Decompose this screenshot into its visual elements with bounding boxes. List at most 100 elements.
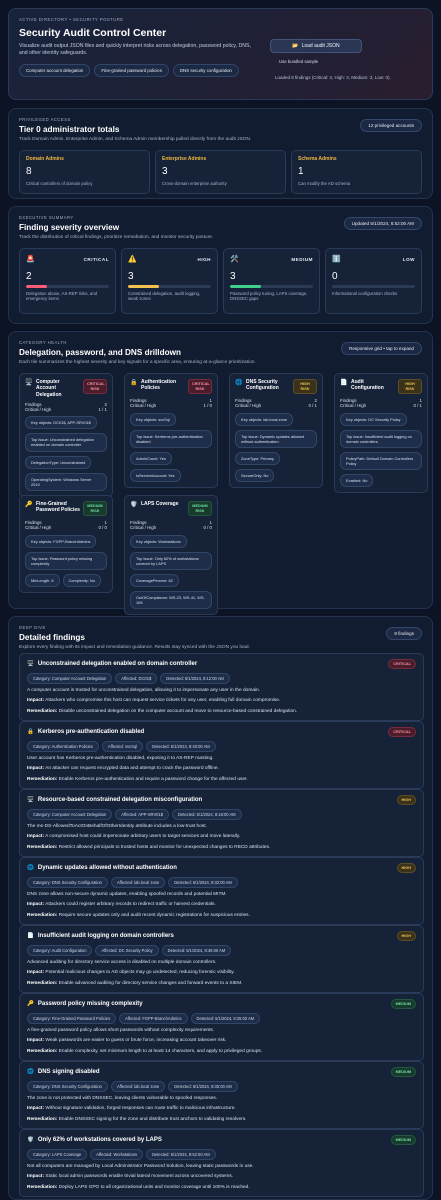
risk-badge: MEDIUM RISK <box>83 501 107 517</box>
category-card[interactable]: 🌐 DNS Security Configuration HIGH RISK Find… <box>229 373 323 489</box>
category-tag: OperatingSystem: Windows Server 2019 <box>25 472 107 491</box>
finding-remediation: Remediation: Deploy LAPS GPO to all orga… <box>27 1185 416 1191</box>
finding-card[interactable]: 🔑 Password policy missing complexity MEDIU… <box>19 993 424 1062</box>
finding-card[interactable]: 🌐 Dynamic updates allowed without authent… <box>19 857 424 926</box>
category-name: LAPS Coverage <box>141 501 179 507</box>
globe-icon: 🌐 <box>27 1069 34 1075</box>
severity-badge: MEDIUM <box>390 1067 416 1077</box>
category-card[interactable]: 🔑 Fine-Grained Password Policies MEDIUM RI… <box>19 495 113 593</box>
category-name: Fine-Grained Password Policies <box>36 501 80 514</box>
finding-header: 📄 Insufficient audit logging on domain co… <box>27 931 416 941</box>
finding-meta: Category: LAPS Coverage Affected: Worksta… <box>27 1149 416 1160</box>
finding-impact: Impact: Without signature validation, fo… <box>27 1106 416 1112</box>
category-tag: Key objects: Workstations <box>130 534 187 548</box>
finding-description: The zone is not protected with DNSSEC, l… <box>27 1096 218 1101</box>
severity-desc: Password policy tuning, LAPS coverage, D… <box>230 290 308 302</box>
impact-text: Static local admin passwords enable triv… <box>45 1174 234 1180</box>
hero-description: Visualize audit output JSON files and qu… <box>19 43 251 57</box>
tag-row: MinLength: 8 Complexity: No <box>25 570 107 587</box>
findings-eyebrow: DEEP DIVE <box>19 625 46 630</box>
tag-row: SecureOnly: No <box>235 465 317 483</box>
finding-card[interactable]: 🖥️ Resource-based constrained delegation … <box>19 789 424 858</box>
finding-card[interactable]: 🛡️ Only 62% of workstations covered by LA… <box>19 1129 424 1198</box>
category-card[interactable]: 🔒 Authentication Policies CRITICAL RISK Fin… <box>124 373 218 489</box>
category-card[interactable]: 🛡️ LAPS Coverage MEDIUM RISK Findings 1 Criti… <box>124 495 218 616</box>
finding-category: Category: Authentication Policies <box>27 741 99 752</box>
finding-impact: Impact: Attackers could register arbitra… <box>27 902 416 908</box>
key-icon: 🔑 <box>27 1001 34 1007</box>
category-card-header: 📄 Audit Configuration HIGH RISK <box>340 379 422 395</box>
category-name: DNS Security Configuration <box>246 379 279 392</box>
finding-category: Category: Computer Account Delegation <box>27 809 113 820</box>
remediation-label: Remediation: <box>27 1184 58 1190</box>
finding-affected: Affected: svcSql <box>101 741 144 752</box>
load-audit-json-button[interactable]: 📂 Load audit JSON <box>270 39 362 53</box>
finding-impact: Impact: A compromised host could imperso… <box>27 834 416 840</box>
finding-title: Kerberos pre-authentication disabled <box>37 729 145 735</box>
risk-badge: CRITICAL RISK <box>83 379 107 395</box>
tools-icon: 🛠️ <box>230 256 239 263</box>
impact-text: Weak passwords are easier to guess or br… <box>45 1038 227 1044</box>
info-icon: ℹ️ <box>332 256 341 263</box>
finding-meta: Category: Audit Configuration Affected: D… <box>27 945 416 956</box>
document-icon: 📄 <box>340 380 348 386</box>
finding-card[interactable]: 🖥️ Unconstrained delegation enabled on do… <box>19 653 424 722</box>
category-tag: IsServiceAccount: Yes <box>130 468 181 483</box>
category-card[interactable]: 📄 Audit Configuration HIGH RISK Findings 1 Cr… <box>334 373 428 494</box>
critical-high-value: 0 / 0 <box>203 525 212 531</box>
remediation-label: Remediation: <box>27 980 58 986</box>
category-name: Computer Account Delegation <box>36 379 62 398</box>
severity-label: LOW <box>402 257 415 262</box>
finding-detected: Detected: 5/1/2024, 8:18:00 AM <box>172 809 242 820</box>
category-card-header: 🔒 Authentication Policies CRITICAL RISK <box>130 379 212 395</box>
finding-description: Advanced auditing for directory service … <box>27 960 217 965</box>
category-tag: Top Issue: Insufficient audit logging on… <box>340 429 422 448</box>
finding-card[interactable]: 🔒 Kerberos pre-authentication disabled CRI… <box>19 721 424 790</box>
finding-category: Category: Computer Account Delegation <box>27 673 113 684</box>
severity-desc: Delegation abuse, AS-REP risks, and emer… <box>26 290 98 302</box>
finding-description: A computer account is trusted for uncons… <box>27 688 261 693</box>
chip-dns: DNS security configuration <box>172 63 239 77</box>
impact-label: Impact: <box>27 970 45 976</box>
finding-meta: Category: DNS Security Configuration Affe… <box>27 877 416 888</box>
remediation-text: Enable DNSSEC signing for the zone and d… <box>58 1116 247 1122</box>
document-icon: 📄 <box>27 933 34 939</box>
severity-bar <box>26 285 109 288</box>
privileged-accounts-badge: 12 privileged accounts <box>360 119 422 132</box>
finding-affected: Affected: APP-SRV01$ <box>115 809 170 820</box>
tier0-cards: Domain Admins 8 Critical controllers of … <box>19 150 422 194</box>
finding-title: Password policy missing complexity <box>37 1001 143 1007</box>
category-tag: Key objects: FGPP-BranchAdmins <box>25 534 97 548</box>
load-status: Loaded 8 findings (Critical: 2, High: 3,… <box>275 75 391 80</box>
tier-card-count: 8 <box>26 166 32 177</box>
remediation-text: Restrict allowed principals to trusted h… <box>58 844 271 850</box>
category-name: Authentication Policies <box>141 379 176 392</box>
impact-text: Without signature validation, forged res… <box>45 1106 236 1112</box>
severity-badge: HIGH <box>396 795 416 805</box>
category-tag: Top Issue: Only 62% of workstations cove… <box>130 551 212 570</box>
remediation-text: Disable unconstrained delegation on the … <box>58 708 298 714</box>
category-tag: MinLength: 8 <box>25 573 60 587</box>
remediation-label: Remediation: <box>27 1116 58 1122</box>
category-tag: PolicyPath: Default Domain Controllers P… <box>340 451 422 471</box>
finding-impact: Impact: Attackers who compromise this ho… <box>27 698 416 704</box>
tier-card-desc: Can modify the AD schema <box>298 181 351 186</box>
finding-remediation: Remediation: Disable unconstrained deleg… <box>27 709 416 715</box>
severity-cards: 🚨 CRITICAL 2 Delegation abuse, AS-REP ri… <box>19 248 422 314</box>
risk-badge: HIGH RISK <box>398 379 422 395</box>
finding-title: DNS signing disabled <box>37 1069 100 1075</box>
remediation-label: Remediation: <box>27 1048 58 1054</box>
category-card[interactable]: 🖥️ Computer Account Delegation CRITICAL RI… <box>19 373 113 497</box>
impact-label: Impact: <box>27 1106 45 1112</box>
category-tag: SecureOnly: No <box>235 468 275 483</box>
finding-affected: Affected: DC01$ <box>115 673 158 684</box>
remediation-label: Remediation: <box>27 844 58 850</box>
finding-card[interactable]: 📄 Insufficient audit logging on domain co… <box>19 925 424 994</box>
critical-high-value: 1 / 0 <box>203 403 212 409</box>
use-bundled-sample-link[interactable]: Use bundled sample <box>279 59 318 64</box>
impact-text: Potential malicious changes to AD object… <box>45 970 235 976</box>
finding-affected: Affected: FGPP-BranchAdmins <box>119 1013 188 1024</box>
finding-card[interactable]: 🌐 DNS signing disabled MEDIUM Category: DNS… <box>19 1061 424 1130</box>
finding-category: Category: DNS Security Configuration <box>27 1081 108 1092</box>
remediation-text: Deploy LAPS GPO to all organizational un… <box>58 1184 250 1190</box>
